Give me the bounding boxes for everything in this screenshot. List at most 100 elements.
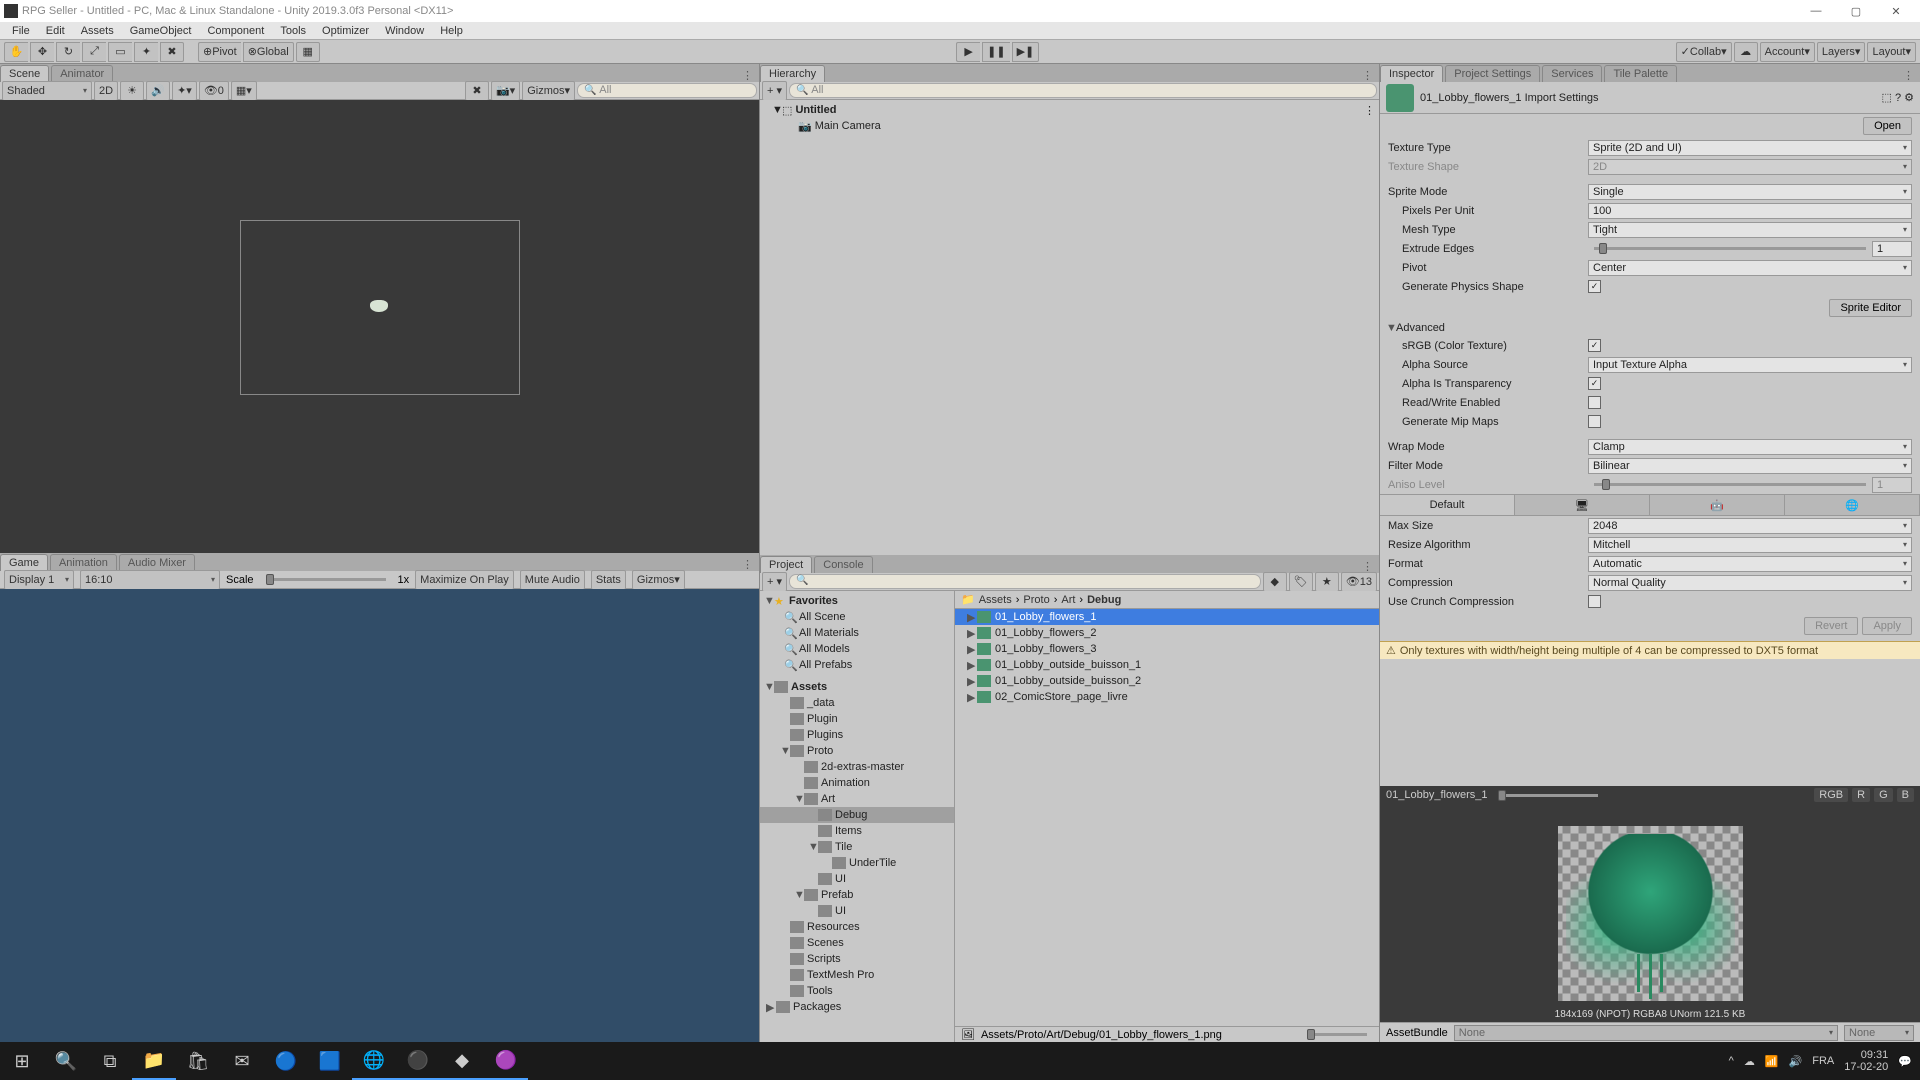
project-tree[interactable]: ▼★Favorites 🔍All Scene 🔍All Materials 🔍A… <box>760 591 955 1042</box>
custom-tool[interactable]: ✖ <box>160 42 184 62</box>
scene-context-menu[interactable]: ⋮ <box>1364 104 1375 117</box>
app-icon-1[interactable]: 🔵 <box>264 1042 308 1080</box>
tab-hierarchy[interactable]: Hierarchy <box>760 65 825 82</box>
tab-audiomixer[interactable]: Audio Mixer <box>119 554 195 571</box>
max-size-dropdown[interactable]: 2048▾ <box>1588 518 1912 534</box>
tab-animation[interactable]: Animation <box>50 554 117 571</box>
mute-audio-toggle[interactable]: Mute Audio <box>520 570 585 590</box>
aspect-dropdown[interactable]: 16:10▾ <box>80 570 220 590</box>
tab-scene[interactable]: Scene <box>0 65 49 82</box>
close-button[interactable]: ✕ <box>1876 0 1916 22</box>
explorer-icon[interactable]: 📁 <box>132 1042 176 1080</box>
taskbar-clock[interactable]: 09:3117-02-20 <box>1844 1049 1888 1073</box>
unity-hub-icon[interactable]: ◆ <box>440 1042 484 1080</box>
alpha-transparency-checkbox[interactable]: ✓ <box>1588 377 1601 390</box>
play-button[interactable]: ▶ <box>956 42 980 62</box>
collab-dropdown[interactable]: ✓ Collab ▾ <box>1676 42 1732 62</box>
snap-toggle[interactable]: ▦ <box>296 42 320 62</box>
platform-standalone[interactable]: 🖥 <box>1515 495 1650 515</box>
scene-tool1[interactable]: ✖ <box>465 81 489 101</box>
scene-tab-menu[interactable]: ⋮ <box>736 69 759 82</box>
hierarchy-tab-menu[interactable]: ⋮ <box>1356 69 1379 82</box>
tree-folder[interactable]: UI <box>760 903 954 919</box>
menu-assets[interactable]: Assets <box>73 25 122 37</box>
account-dropdown[interactable]: Account ▾ <box>1760 42 1815 62</box>
visual-studio-icon[interactable]: 🟣 <box>484 1042 528 1080</box>
project-filter-label[interactable]: 🏷 <box>1289 572 1313 592</box>
channel-rgb[interactable]: RGB <box>1814 788 1848 802</box>
tree-folder[interactable]: Tools <box>760 983 954 999</box>
tree-folder[interactable]: ▼Art <box>760 791 954 807</box>
menu-edit[interactable]: Edit <box>38 25 73 37</box>
file-item[interactable]: ▶01_Lobby_outside_buisson_1 <box>955 657 1379 673</box>
hierarchy-body[interactable]: ▼⬚ Untitled ⋮ 📷 Main Camera <box>760 100 1379 555</box>
filter-mode-dropdown[interactable]: Bilinear▾ <box>1588 458 1912 474</box>
rotate-tool[interactable]: ↻ <box>56 42 80 62</box>
maximize-on-play-toggle[interactable]: Maximize On Play <box>415 570 514 590</box>
menu-help[interactable]: Help <box>432 25 471 37</box>
scene-camera-toggle[interactable]: 📷▾ <box>491 81 520 101</box>
tree-folder[interactable]: Scripts <box>760 951 954 967</box>
wrap-mode-dropdown[interactable]: Clamp▾ <box>1588 439 1912 455</box>
tree-folder[interactable]: ▶Packages <box>760 999 954 1015</box>
breadcrumb-item[interactable]: Debug <box>1087 594 1121 606</box>
scene-view[interactable] <box>0 100 759 553</box>
tab-inspector[interactable]: Inspector <box>1380 65 1443 82</box>
thumbnail-size-slider[interactable] <box>1307 1033 1367 1036</box>
file-item[interactable]: ▶01_Lobby_flowers_2 <box>955 625 1379 641</box>
tab-console[interactable]: Console <box>814 556 872 573</box>
scene-grid-toggle[interactable]: ▦▾ <box>231 81 257 101</box>
scene-lighting-toggle[interactable]: ☀ <box>120 81 144 101</box>
tree-folder[interactable]: Animation <box>760 775 954 791</box>
project-search[interactable]: 🔍 <box>789 574 1261 589</box>
hierarchy-item[interactable]: 📷 Main Camera <box>764 118 1375 134</box>
inspector-tab-menu[interactable]: ⋮ <box>1897 69 1920 82</box>
alpha-source-dropdown[interactable]: Input Texture Alpha▾ <box>1588 357 1912 373</box>
project-filter-type[interactable]: ◆ <box>1263 572 1287 592</box>
maximize-button[interactable]: ▢ <box>1836 0 1876 22</box>
start-button[interactable]: ⊞ <box>0 1042 44 1080</box>
platform-android[interactable]: 🤖 <box>1650 495 1785 515</box>
crunch-checkbox[interactable] <box>1588 595 1601 608</box>
mesh-type-dropdown[interactable]: Tight▾ <box>1588 222 1912 238</box>
store-icon[interactable]: 🛍 <box>176 1042 220 1080</box>
tab-tile-palette[interactable]: Tile Palette <box>1604 65 1677 82</box>
gizmos-dropdown[interactable]: Gizmos ▾ <box>522 81 575 101</box>
menu-window[interactable]: Window <box>377 25 432 37</box>
tab-animator[interactable]: Animator <box>51 65 113 82</box>
tree-folder[interactable]: ▼Prefab <box>760 887 954 903</box>
chrome-icon[interactable]: 🌐 <box>352 1042 396 1080</box>
scene-sprite[interactable] <box>370 300 388 312</box>
tree-folder[interactable]: UI <box>760 871 954 887</box>
hierarchy-search[interactable]: 🔍 All <box>789 83 1377 98</box>
compression-dropdown[interactable]: Normal Quality▾ <box>1588 575 1912 591</box>
hierarchy-scene-row[interactable]: ▼⬚ Untitled ⋮ <box>764 102 1375 118</box>
tab-game[interactable]: Game <box>0 554 48 571</box>
breadcrumb-item[interactable]: Assets <box>979 594 1012 606</box>
tab-project-settings[interactable]: Project Settings <box>1445 65 1540 82</box>
tree-folder[interactable]: UnderTile <box>760 855 954 871</box>
stats-toggle[interactable]: Stats <box>591 570 626 590</box>
tree-folder[interactable]: ▼Tile <box>760 839 954 855</box>
network-icon[interactable]: 📶 <box>1765 1055 1779 1068</box>
file-item[interactable]: ▶01_Lobby_flowers_3 <box>955 641 1379 657</box>
favorite-item[interactable]: 🔍All Models <box>760 641 954 657</box>
global-toggle[interactable]: ⊗ Global <box>243 42 294 62</box>
hand-tool[interactable]: ✋ <box>4 42 28 62</box>
channel-g[interactable]: G <box>1874 788 1893 802</box>
hierarchy-create-dropdown[interactable]: + ▾ <box>762 81 787 101</box>
pivot-toggle[interactable]: ⊕ Pivot <box>198 42 241 62</box>
file-item[interactable]: ▶02_ComicStore_page_livre <box>955 689 1379 705</box>
srgb-checkbox[interactable]: ✓ <box>1588 339 1601 352</box>
assetbundle-variant-dropdown[interactable]: None▾ <box>1844 1025 1914 1041</box>
volume-icon[interactable]: 🔊 <box>1789 1055 1803 1068</box>
scale-tool[interactable]: ⤢ <box>82 42 106 62</box>
file-item[interactable]: ▶01_Lobby_outside_buisson_2 <box>955 673 1379 689</box>
notifications-icon[interactable]: 💬 <box>1898 1055 1912 1068</box>
move-tool[interactable]: ✥ <box>30 42 54 62</box>
pixels-per-unit-field[interactable]: 100 <box>1588 203 1912 219</box>
sprite-editor-button[interactable]: Sprite Editor <box>1829 299 1912 317</box>
mip-slider[interactable] <box>1498 794 1598 797</box>
advanced-foldout[interactable]: ▼Advanced <box>1380 320 1920 336</box>
platform-default[interactable]: Default <box>1380 495 1515 515</box>
